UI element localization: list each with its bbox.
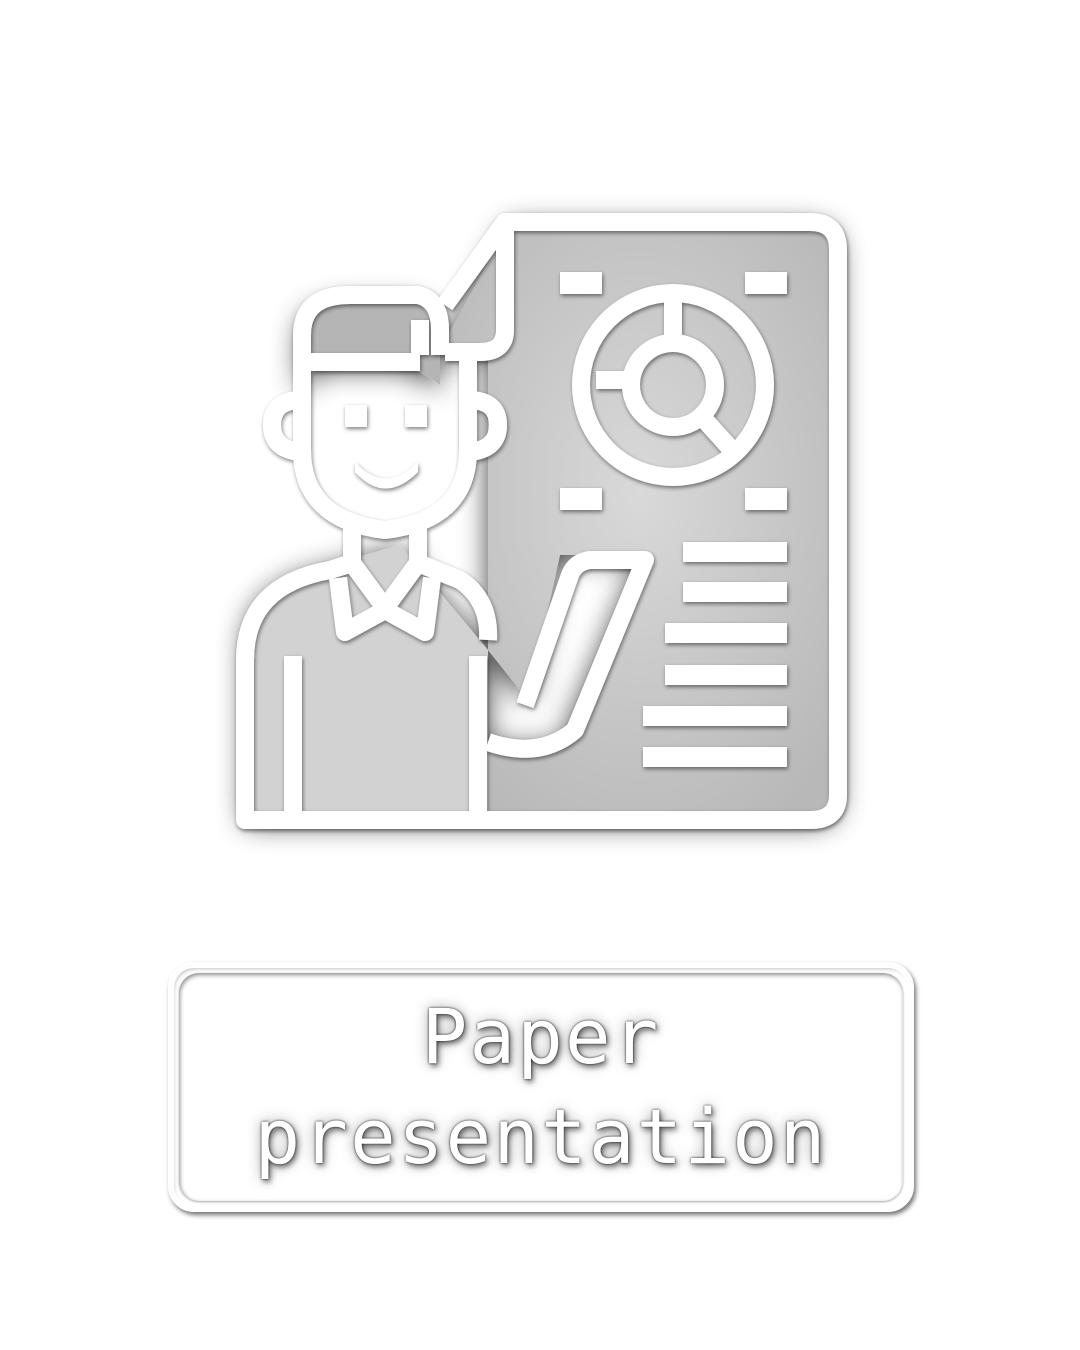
page: Paper presentation [0,0,1080,1350]
title-line-1: Paper [421,992,661,1081]
title-frame-inner: Paper presentation [179,973,903,1201]
title-frame: Paper presentation [168,962,914,1212]
title-line-2: presentation [254,1092,828,1181]
presenter-with-chart-icon [190,170,900,890]
